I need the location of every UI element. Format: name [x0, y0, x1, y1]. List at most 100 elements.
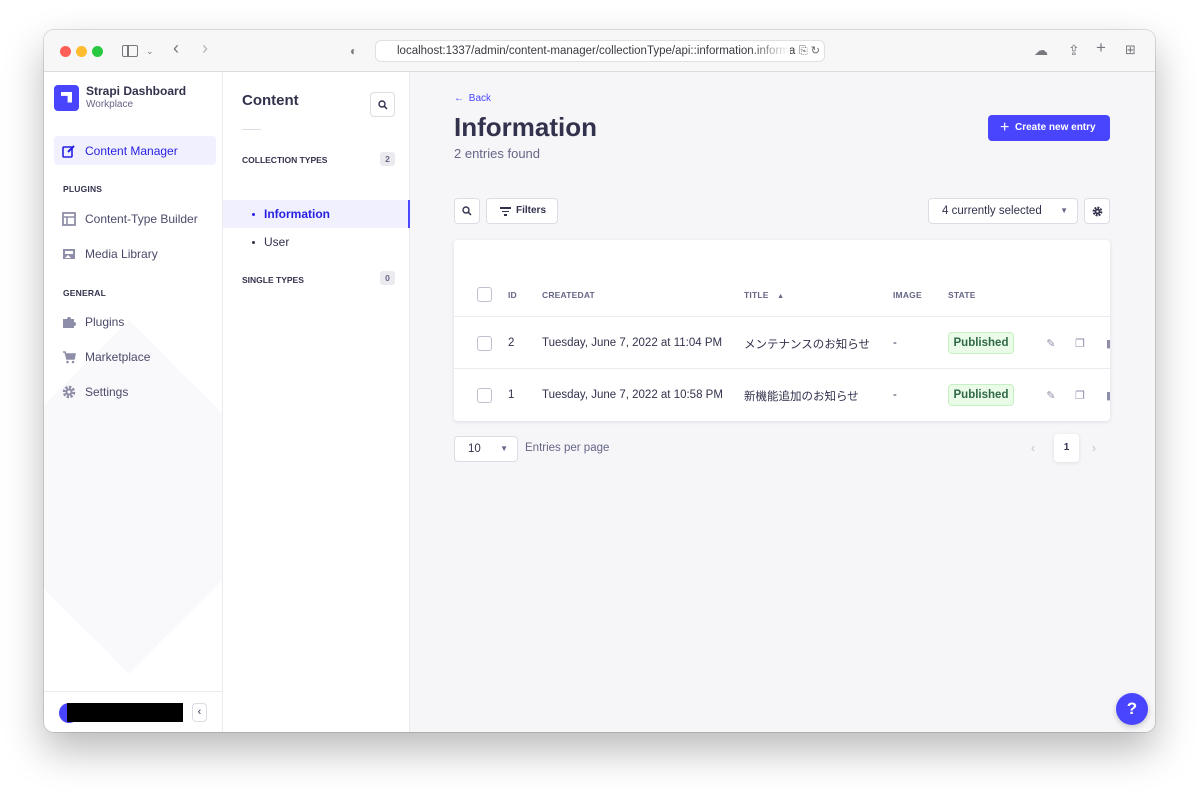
subnav-title: Content: [242, 92, 299, 109]
nav-item-label: Content-Type Builder: [85, 211, 198, 226]
status-badge: Published: [948, 332, 1014, 354]
single-types-count: 0: [380, 271, 395, 285]
edit-icon[interactable]: ✎: [1045, 338, 1057, 350]
gear-icon: [1092, 206, 1102, 217]
minimize-window-button[interactable]: [76, 46, 87, 57]
caret-down-icon: ▼: [500, 444, 508, 453]
nav-item-media-library[interactable]: Media Library: [54, 239, 216, 268]
brand-subtitle: Workplace: [86, 99, 134, 110]
column-header-title[interactable]: TITLE ▲: [744, 290, 784, 300]
collection-types-title: COLLECTION TYPES: [242, 155, 328, 165]
select-all-checkbox[interactable]: [477, 287, 492, 302]
sidebar-toggle-icon[interactable]: [122, 45, 138, 57]
chevron-left-icon: ‹: [197, 706, 202, 718]
duplicate-icon[interactable]: ❐: [1074, 390, 1086, 402]
general-section-title: GENERAL: [63, 288, 106, 298]
cloud-icon[interactable]: ☁: [1034, 41, 1048, 59]
plus-icon: +: [1000, 119, 1010, 136]
cell-createdat: Tuesday, June 7, 2022 at 10:58 PM: [542, 389, 723, 401]
nav-item-plugins[interactable]: Plugins: [54, 307, 216, 336]
back-link[interactable]: ← Back: [454, 93, 491, 104]
nav-item-label: Content Manager: [85, 143, 178, 158]
nav-item-label: Plugins: [85, 314, 125, 329]
previous-page-button[interactable]: ‹: [1031, 441, 1035, 455]
subnav-item-information[interactable]: Information: [223, 200, 410, 228]
cart-icon: [62, 350, 76, 364]
chevron-left-icon: ‹: [1031, 441, 1035, 455]
row-checkbox[interactable]: [477, 388, 492, 403]
strapi-logo-icon: [54, 84, 79, 111]
forward-arrow-icon[interactable]: ›: [202, 39, 208, 57]
zoom-window-button[interactable]: [92, 46, 103, 57]
help-button[interactable]: ?: [1116, 693, 1148, 725]
nav-footer: ‹: [44, 691, 222, 732]
collection-types-count: 2: [380, 152, 395, 166]
collapse-nav-button[interactable]: ‹: [192, 703, 207, 722]
columns-select[interactable]: 4 currently selected ▼: [928, 198, 1078, 224]
tab-overview-icon[interactable]: ⊞: [1125, 41, 1136, 59]
cell-title: 新機能追加のお知らせ: [744, 391, 859, 403]
nav-item-label: Marketplace: [85, 349, 151, 364]
browser-window: ⌄ ‹ › ◐ localhost:1337/admin/content-man…: [44, 30, 1155, 732]
duplicate-icon[interactable]: ❐: [1074, 338, 1086, 350]
cell-createdat: Tuesday, June 7, 2022 at 11:04 PM: [542, 337, 723, 349]
shield-icon[interactable]: ◐: [350, 42, 357, 60]
subnav-search-button[interactable]: [370, 92, 395, 117]
edit-icon[interactable]: ✎: [1045, 390, 1057, 402]
cell-title: メンテナンスのお知らせ: [744, 339, 871, 351]
close-window-button[interactable]: [60, 46, 71, 57]
status-badge: Published: [948, 384, 1014, 406]
subnav-item-label: Information: [264, 207, 330, 221]
column-header-state[interactable]: STATE: [948, 290, 976, 300]
columns-select-value: 4 currently selected: [942, 205, 1042, 217]
layout-icon: [62, 211, 76, 226]
nav-item-content-manager[interactable]: Content Manager: [54, 136, 216, 165]
row-checkbox[interactable]: [477, 336, 492, 351]
next-page-button[interactable]: ›: [1092, 441, 1096, 455]
single-types-title: SINGLE TYPES: [242, 275, 304, 285]
column-header-id[interactable]: ID: [508, 290, 517, 300]
row-divider: [454, 368, 1110, 369]
share-icon[interactable]: ⇪: [1068, 41, 1080, 59]
nav-item-content-type-builder[interactable]: Content-Type Builder: [54, 204, 216, 233]
nav-item-label: Settings: [85, 384, 129, 399]
create-new-entry-button[interactable]: + Create new entry: [988, 115, 1110, 141]
trash-icon[interactable]: ▮: [1103, 338, 1110, 350]
search-icon: [377, 100, 388, 110]
brand: Strapi Dashboard Workplace: [54, 84, 186, 111]
cell-image: -: [893, 389, 897, 401]
browser-toolbar: ⌄ ‹ › ◐ localhost:1337/admin/content-man…: [44, 30, 1155, 72]
trash-icon[interactable]: ▮: [1103, 390, 1110, 402]
image-icon: [62, 247, 76, 261]
new-tab-icon[interactable]: +: [1096, 39, 1106, 57]
divider: [242, 129, 261, 130]
address-bar[interactable]: localhost:1337/admin/content-manager/col…: [375, 40, 825, 62]
nav-item-marketplace[interactable]: Marketplace: [54, 342, 216, 371]
chevron-down-icon[interactable]: ⌄: [146, 42, 154, 60]
filters-label: Filters: [516, 205, 547, 216]
edit-icon: [62, 144, 76, 158]
nav-item-label: Media Library: [85, 246, 158, 261]
gear-icon: [62, 385, 76, 399]
plugins-section-title: PLUGINS: [63, 184, 103, 194]
arrow-left-icon: ←: [454, 93, 464, 104]
create-button-label: Create new entry: [1015, 122, 1096, 133]
column-header-title-label: TITLE: [744, 290, 769, 300]
page-title: Information: [454, 112, 597, 142]
nav-item-settings[interactable]: Settings: [54, 377, 216, 406]
table-settings-button[interactable]: [1084, 198, 1110, 224]
sort-ascending-icon: ▲: [777, 293, 785, 300]
back-label: Back: [468, 93, 492, 104]
filters-button[interactable]: Filters: [486, 198, 558, 224]
subnav-item-user[interactable]: User: [223, 228, 410, 256]
column-header-image[interactable]: IMAGE: [893, 290, 922, 300]
column-header-createdat[interactable]: CREATEDAT: [542, 290, 595, 300]
entries-per-page-select[interactable]: 10 ▼: [454, 436, 518, 462]
translate-reload-icon[interactable]: ⎘ ↻: [799, 41, 820, 61]
cell-id: 1: [508, 389, 515, 401]
entries-count: 2 entries found: [454, 146, 541, 161]
page-1-button[interactable]: 1: [1054, 434, 1079, 462]
search-button[interactable]: [454, 198, 480, 224]
filter-icon: [500, 207, 511, 216]
back-arrow-icon[interactable]: ‹: [173, 39, 179, 57]
